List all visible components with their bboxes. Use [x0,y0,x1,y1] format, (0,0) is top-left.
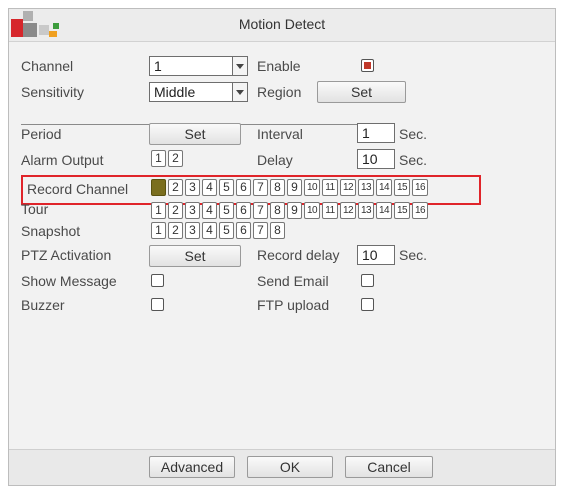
tour-channel-box[interactable]: 13 [358,202,374,219]
record-channel-box[interactable]: 5 [219,179,234,196]
title-bar: Motion Detect [9,9,555,42]
tour-channel-box[interactable]: 6 [236,202,251,219]
period-set-button[interactable]: Set [149,123,241,145]
record-channel-channels: 1 2 3 4 5 6 7 8 9 10 11 12 13 14 15 16 [151,179,428,196]
show-message-label: Show Message [21,273,117,289]
chevron-down-icon[interactable] [232,57,247,75]
snapshot-channel-box[interactable]: 7 [253,222,268,239]
tour-channel-box[interactable]: 16 [412,202,428,219]
tour-label: Tour [21,201,49,217]
show-message-checkbox[interactable] [151,274,164,287]
tour-channel-box[interactable]: 14 [376,202,392,219]
alarm-output-label: Alarm Output [21,152,104,168]
snapshot-channel-box[interactable]: 5 [219,222,234,239]
record-channel-box[interactable]: 16 [412,179,428,196]
record-channel-box[interactable]: 10 [304,179,320,196]
sensitivity-select[interactable]: Middle [149,82,248,102]
delay-unit: Sec. [399,152,428,168]
record-channel-label: Record Channel [27,181,129,197]
tour-channel-box[interactable]: 15 [394,202,410,219]
snapshot-channel-box[interactable]: 4 [202,222,217,239]
interval-input[interactable]: 1 [357,123,395,143]
send-email-checkbox[interactable] [361,274,374,287]
tour-channel-box[interactable]: 10 [304,202,320,219]
region-label: Region [257,84,302,100]
record-channel-box[interactable]: 11 [322,179,338,196]
buzzer-label: Buzzer [21,297,65,313]
ok-button[interactable]: OK [247,456,333,478]
channel-label: Channel [21,58,74,74]
alarm-output-channel[interactable]: 2 [168,150,183,167]
tour-channel-box[interactable]: 11 [322,202,338,219]
tour-channel-box[interactable]: 12 [340,202,356,219]
sensitivity-value: Middle [154,84,196,100]
tour-channel-box[interactable]: 7 [253,202,268,219]
cancel-button[interactable]: Cancel [345,456,433,478]
alarm-output-channel[interactable]: 1 [151,150,166,167]
interval-label: Interval [257,126,303,142]
advanced-button[interactable]: Advanced [149,456,235,478]
record-channel-box[interactable]: 8 [270,179,285,196]
alarm-output-channels: 1 2 [151,150,183,167]
tour-channel-box[interactable]: 1 [151,202,166,219]
region-set-button[interactable]: Set [317,81,406,103]
record-delay-input[interactable]: 10 [357,245,395,265]
record-channel-box[interactable]: 6 [236,179,251,196]
channel-value: 1 [154,58,162,74]
button-bar: Advanced OK Cancel [9,449,555,485]
record-delay-unit: Sec. [399,247,428,263]
snapshot-channel-box[interactable]: 8 [270,222,285,239]
enable-checkbox[interactable] [361,59,374,72]
motion-detect-dialog: Motion Detect Channel 1 Enable Sensitivi… [8,8,556,486]
sensitivity-label: Sensitivity [21,84,85,100]
record-channel-box[interactable]: 15 [394,179,410,196]
delay-label: Delay [257,152,293,168]
record-channel-box[interactable]: 13 [358,179,374,196]
ftp-upload-checkbox[interactable] [361,298,374,311]
snapshot-channel-box[interactable]: 3 [185,222,200,239]
tour-channel-box[interactable]: 8 [270,202,285,219]
tour-channel-box[interactable]: 2 [168,202,183,219]
record-channel-box[interactable]: 12 [340,179,356,196]
interval-unit: Sec. [399,126,428,142]
ptz-set-button[interactable]: Set [149,245,241,267]
tour-channel-box[interactable]: 3 [185,202,200,219]
tour-channel-box[interactable]: 9 [287,202,302,219]
record-channel-box[interactable]: 14 [376,179,392,196]
enable-label: Enable [257,58,301,74]
tour-channels: 1 2 3 4 5 6 7 8 9 10 11 12 13 14 15 16 [151,202,428,219]
delay-input[interactable]: 10 [357,149,395,169]
snapshot-channel-box[interactable]: 6 [236,222,251,239]
record-channel-box[interactable]: 4 [202,179,217,196]
snapshot-label: Snapshot [21,223,81,239]
send-email-label: Send Email [257,273,329,289]
tour-channel-box[interactable]: 5 [219,202,234,219]
snapshot-channel-box[interactable]: 2 [168,222,183,239]
ftp-upload-label: FTP upload [257,297,330,313]
snapshot-channels: 1 2 3 4 5 6 7 8 [151,222,285,239]
window-title: Motion Detect [238,16,326,32]
record-channel-box[interactable]: 9 [287,179,302,196]
period-label: Period [21,126,62,142]
buzzer-checkbox[interactable] [151,298,164,311]
tour-channel-box[interactable]: 4 [202,202,217,219]
record-channel-box[interactable]: 1 [151,179,166,196]
snapshot-channel-box[interactable]: 1 [151,222,166,239]
channel-select[interactable]: 1 [149,56,248,76]
chevron-down-icon[interactable] [232,83,247,101]
record-channel-box[interactable]: 7 [253,179,268,196]
record-delay-label: Record delay [257,247,340,263]
ptz-activation-label: PTZ Activation [21,247,112,263]
record-channel-box[interactable]: 2 [168,179,183,196]
record-channel-box[interactable]: 3 [185,179,200,196]
